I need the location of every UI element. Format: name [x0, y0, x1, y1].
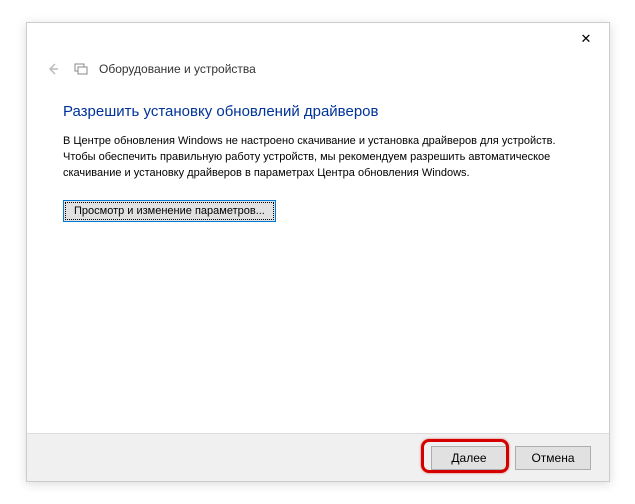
- close-button[interactable]: ✕: [565, 24, 607, 54]
- content-area: Разрешить установку обновлений драйверов…: [27, 79, 609, 222]
- cancel-button[interactable]: Отмена: [515, 446, 591, 470]
- description-text: В Центре обновления Windows не настроено…: [63, 134, 573, 182]
- header-row: Оборудование и устройства: [27, 59, 609, 79]
- close-icon: ✕: [581, 31, 592, 47]
- main-heading: Разрешить установку обновлений драйверов: [63, 103, 573, 120]
- view-settings-button[interactable]: Просмотр и изменение параметров...: [63, 200, 276, 222]
- next-button[interactable]: Далее: [431, 446, 507, 470]
- titlebar: ✕: [27, 23, 609, 55]
- back-arrow-icon: [45, 61, 61, 77]
- footer-bar: Далее Отмена: [27, 433, 609, 481]
- screenshot-frame: ✕ Оборудование и устройства Разрешить ус…: [0, 0, 635, 504]
- window-title: Оборудование и устройства: [99, 62, 256, 76]
- troubleshooter-window: ✕ Оборудование и устройства Разрешить ус…: [26, 22, 610, 482]
- devices-icon: [73, 61, 89, 77]
- back-button[interactable]: [43, 59, 63, 79]
